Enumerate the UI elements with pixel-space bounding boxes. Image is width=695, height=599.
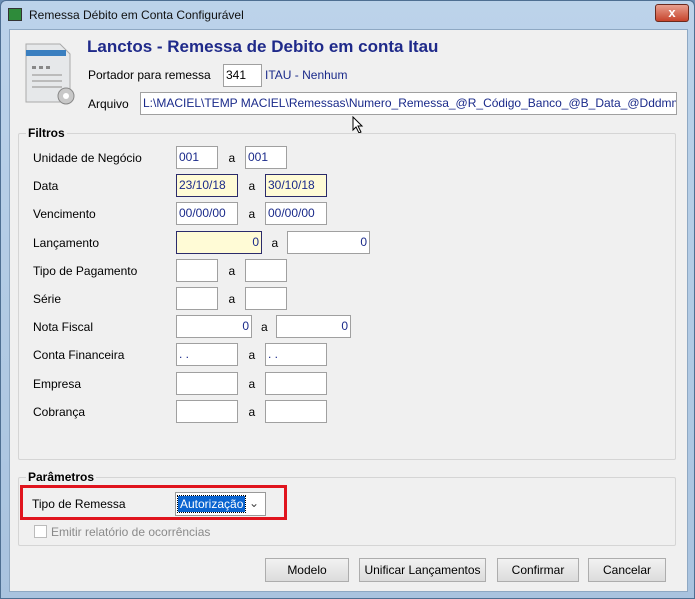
filter-to-input[interactable]: . . [265, 343, 327, 367]
filter-to-input[interactable] [245, 258, 287, 282]
app-icon [8, 8, 22, 21]
arquivo-label: Arquivo [88, 97, 129, 111]
filter-from-input[interactable]: 0 [176, 315, 252, 339]
cancelar-button[interactable]: Cancelar [588, 558, 666, 582]
filter-to-input[interactable] [265, 399, 327, 423]
filter-label: Empresa [33, 376, 82, 391]
range-separator: a [228, 263, 236, 278]
filter-label: Nota Fiscal [33, 320, 94, 335]
filter-label: Lançamento [33, 235, 100, 250]
filter-from-input[interactable]: 001 [176, 146, 218, 169]
filter-to-input[interactable]: 0 [287, 230, 370, 254]
filter-from-input[interactable] [176, 258, 218, 282]
filter-label: Cobrança [33, 404, 86, 419]
filter-label: Vencimento [33, 207, 96, 222]
filter-to-input[interactable]: 0 [276, 315, 351, 339]
portador-input[interactable]: 341 [223, 64, 262, 87]
parametros-title: Parâmetros [26, 470, 97, 484]
range-separator: a [248, 348, 256, 363]
filter-to-input[interactable]: 001 [245, 146, 287, 169]
filtros-group [18, 133, 676, 460]
range-separator: a [261, 320, 268, 335]
portador-name: ITAU - Nenhum [265, 68, 348, 82]
range-separator: a [248, 207, 256, 222]
range-separator: a [248, 179, 256, 194]
modelo-button[interactable]: Modelo [265, 558, 349, 582]
filter-to-input[interactable]: 30/10/18 [265, 174, 327, 198]
range-separator: a [228, 151, 236, 165]
filter-from-input[interactable]: 23/10/18 [176, 174, 238, 198]
filter-to-input[interactable]: 00/00/00 [265, 202, 327, 226]
tipo-remessa-value: Autorização [176, 495, 247, 513]
filter-from-input[interactable]: 0 [176, 230, 262, 254]
range-separator: a [248, 404, 256, 419]
filter-from-input[interactable] [176, 399, 238, 423]
confirmar-button[interactable]: Confirmar [497, 558, 579, 582]
page-title: Lanctos - Remessa de Debito em conta Ita… [87, 37, 439, 56]
filter-label: Data [33, 179, 59, 194]
close-button[interactable]: x [655, 4, 689, 22]
filtros-title: Filtros [26, 126, 67, 140]
filter-from-input[interactable]: 00/00/00 [176, 202, 238, 226]
chevron-down-icon[interactable]: ⌄ [249, 496, 259, 510]
filter-from-input[interactable]: . . [176, 343, 238, 367]
emitir-checkbox[interactable] [34, 525, 47, 538]
range-separator: a [271, 235, 279, 250]
unificar-button[interactable]: Unificar Lançamentos [359, 558, 486, 582]
tipo-remessa-label: Tipo de Remessa [32, 497, 126, 511]
emitir-label: Emitir relatório de ocorrências [51, 525, 211, 539]
tipo-remessa-select[interactable]: Autorização ⌄ [175, 492, 266, 516]
window-title: Remessa Débito em Conta Configurável [29, 8, 244, 22]
mouse-cursor-icon [352, 116, 364, 134]
filter-to-input[interactable] [245, 287, 287, 310]
document-gear-icon [25, 43, 75, 105]
portador-label: Portador para remessa [88, 68, 211, 82]
filter-from-input[interactable] [176, 287, 218, 310]
filter-from-input[interactable] [176, 371, 238, 395]
filter-label: Conta Financeira [33, 348, 125, 363]
filter-label: Tipo de Pagamento [33, 263, 138, 278]
filter-label: Unidade de Negócio [33, 151, 142, 165]
arquivo-input[interactable]: L:\MACIEL\TEMP MACIEL\Remessas\Numero_Re… [140, 92, 677, 115]
filter-to-input[interactable] [265, 371, 327, 395]
range-separator: a [248, 376, 256, 391]
range-separator: a [228, 292, 236, 306]
filter-label: Série [33, 292, 62, 306]
